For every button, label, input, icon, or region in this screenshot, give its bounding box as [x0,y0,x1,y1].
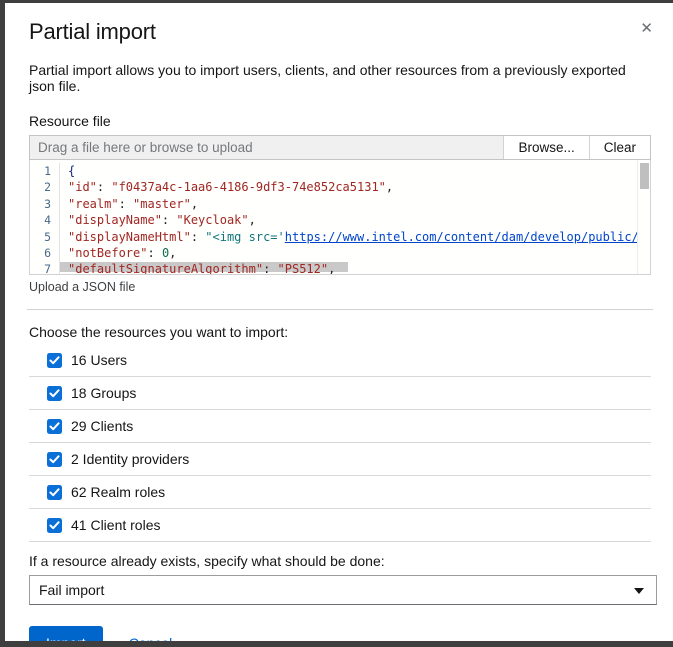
token-punct: : [97,180,111,194]
exists-policy-select[interactable]: Fail import [29,575,657,605]
modal-description: Partial import allows you to import user… [29,62,651,94]
code-line: 3"realm": "master", [30,196,650,212]
choose-resources-heading: Choose the resources you want to import: [29,324,651,340]
checkbox-checked-icon[interactable] [47,452,62,467]
checkbox-checked-icon[interactable] [47,485,62,500]
resource-row: 29 Clients [29,410,651,443]
resource-row: 18 Groups [29,377,651,410]
chevron-down-icon [634,588,644,594]
code-line: 6"notBefore": 0, [30,245,650,261]
json-code-editor[interactable]: 1{2"id": "f0437a4c-1aa6-4186-9df3-74e852… [29,160,651,275]
resource-label[interactable]: 18 Groups [71,385,136,401]
line-number: 5 [30,229,60,245]
vertical-scrollbar-thumb[interactable] [640,163,649,189]
token-str: "f0437a4c-1aa6-4186-9df3-74e852ca5131" [111,180,386,194]
resource-list: 16 Users 18 Groups 29 Clients 2 Identity pr… [29,344,651,542]
token-punct: , [386,180,393,194]
code-text: "displayName": "Keycloak", [60,212,256,228]
token-key: "displayNameHtml" [68,230,191,244]
token-str: "master" [133,197,191,211]
token-punct: : [147,246,161,260]
page-title: Partial import [29,19,651,45]
resource-row: 2 Identity providers [29,443,651,476]
token-str: "PS512" [278,262,329,275]
code-line: 2"id": "f0437a4c-1aa6-4186-9df3-74e852ca… [30,179,650,195]
resource-label[interactable]: 62 Realm roles [71,484,165,500]
line-number: 4 [30,212,60,228]
resource-row: 41 Client roles [29,509,651,542]
file-upload-row: Drag a file here or browse to upload Bro… [29,135,651,160]
token-str: "Keycloak" [176,213,248,227]
token-link[interactable]: https://www.intel.com/content/dam/develo… [285,230,650,244]
upload-helper-text: Upload a JSON file [29,280,651,294]
token-punct: , [169,246,176,260]
resource-label[interactable]: 29 Clients [71,418,133,434]
cancel-link[interactable]: Cancel [129,635,173,647]
code-text: "defaultSignatureAlgorithm": "PS512", [60,261,335,275]
import-button[interactable]: Import [29,626,103,647]
modal-footer: Import Cancel [29,626,651,647]
resource-row: 62 Realm roles [29,476,651,509]
code-text: "notBefore": 0, [60,245,176,261]
line-number: 6 [30,245,60,261]
code-text: "displayNameHtml": "<img src='https://ww… [60,229,650,245]
token-key: "notBefore" [68,246,147,260]
exists-policy-selected-value: Fail import [39,582,104,598]
vertical-scrollbar[interactable] [637,160,650,274]
clear-button[interactable]: Clear [589,136,650,159]
resource-row: 16 Users [29,344,651,377]
token-key: "displayName" [68,213,162,227]
token-punct: , [191,197,198,211]
code-text: { [60,163,75,179]
modal-body: Partial import ✕ Partial import allows y… [5,3,673,641]
code-line: 1{ [30,163,650,179]
code-line: 4"displayName": "Keycloak", [30,212,650,228]
code-line: 5"displayNameHtml": "<img src='https://w… [30,229,650,245]
code-text: "realm": "master", [60,196,198,212]
partial-import-dialog: Partial import ✕ Partial import allows y… [0,0,673,647]
token-punct: : [119,197,133,211]
resource-label[interactable]: 41 Client roles [71,517,161,533]
close-icon[interactable]: ✕ [640,21,653,36]
resource-label[interactable]: 16 Users [71,352,127,368]
token-punct: : [263,262,277,275]
checkbox-checked-icon[interactable] [47,386,62,401]
token-punct: , [328,262,335,275]
token-key: "id" [68,180,97,194]
file-dropzone[interactable]: Drag a file here or browse to upload [30,136,503,159]
token-punct: : [191,230,205,244]
code-text: "id": "f0437a4c-1aa6-4186-9df3-74e852ca5… [60,179,393,195]
token-html: "<img src=' [205,230,284,244]
code-line: 7"defaultSignatureAlgorithm": "PS512", [30,261,650,275]
line-number: 7 [30,261,60,275]
exists-policy-label: If a resource already exists, specify wh… [29,553,651,569]
checkbox-checked-icon[interactable] [47,518,62,533]
checkbox-checked-icon[interactable] [47,419,62,434]
checkbox-checked-icon[interactable] [47,353,62,368]
token-key: "defaultSignatureAlgorithm" [68,262,263,275]
line-number: 2 [30,179,60,195]
resource-label[interactable]: 2 Identity providers [71,451,189,467]
code-lines: 1{2"id": "f0437a4c-1aa6-4186-9df3-74e852… [30,160,650,275]
token-key: "realm" [68,197,119,211]
line-number: 1 [30,163,60,179]
token-punct: , [249,213,256,227]
line-number: 3 [30,196,60,212]
resource-file-label: Resource file [29,113,651,129]
section-divider [27,309,653,310]
browse-button[interactable]: Browse... [503,136,588,159]
token-brace: { [68,164,75,178]
token-punct: : [162,213,176,227]
